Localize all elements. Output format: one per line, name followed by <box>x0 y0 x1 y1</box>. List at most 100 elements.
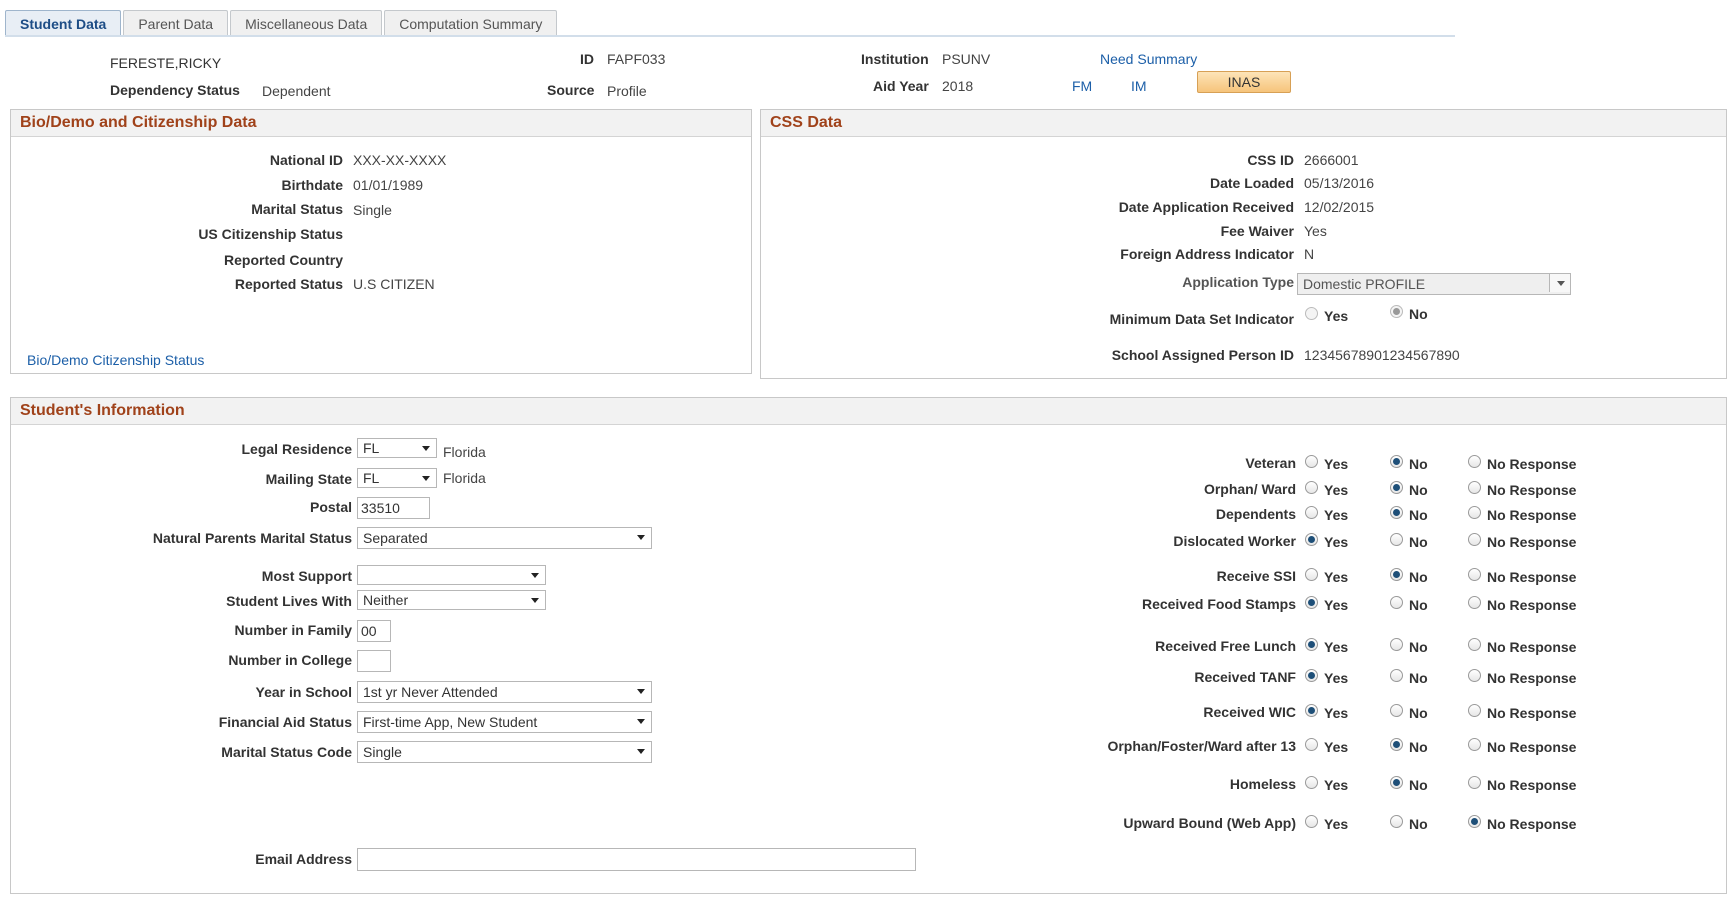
orphan-ward-no-radio[interactable] <box>1390 481 1403 494</box>
dependents-no-radio[interactable] <box>1390 506 1403 519</box>
tab-divider <box>5 35 1455 37</box>
receive-ssi-yes-label: Yes <box>1324 569 1349 585</box>
received-free-lunch-no-response-radio[interactable] <box>1468 638 1481 651</box>
email-address-input[interactable] <box>357 848 916 871</box>
received-food-stamps-label: Received Food Stamps <box>1141 596 1296 612</box>
chevron-down-icon <box>637 749 645 754</box>
parents-marital-status-select[interactable]: Separated <box>357 527 652 549</box>
upward-bound-web-app-yes-radio[interactable] <box>1305 815 1318 828</box>
received-wic-no-response-radio[interactable] <box>1468 704 1481 717</box>
homeless-yes-radio[interactable] <box>1305 776 1318 789</box>
legal-residence-desc: Florida <box>443 444 486 460</box>
received-food-stamps-no-radio[interactable] <box>1390 596 1403 609</box>
postal-input[interactable]: 33510 <box>357 497 430 519</box>
received-tanf-no-radio[interactable] <box>1390 669 1403 682</box>
dependents-yes-radio[interactable] <box>1305 506 1318 519</box>
financial-aid-status-select[interactable]: First-time App, New Student <box>357 711 652 733</box>
received-tanf-yes-radio[interactable] <box>1305 669 1318 682</box>
parents-marital-status-label: Natural Parents Marital Status <box>152 530 352 546</box>
student-info-title: Student's Information <box>11 398 1726 425</box>
application-type-select[interactable]: Domestic PROFILE <box>1297 273 1571 295</box>
fee-waiver-label: Fee Waiver <box>1220 223 1294 239</box>
marital-status-value: Single <box>353 202 392 218</box>
receive-ssi-yes-radio[interactable] <box>1305 568 1318 581</box>
received-free-lunch-no-label: No <box>1409 639 1428 655</box>
orphan-foster-ward-after-13-no-response-label: No Response <box>1487 739 1577 755</box>
chevron-down-icon <box>637 689 645 694</box>
orphan-ward-yes-radio[interactable] <box>1305 481 1318 494</box>
birthdate-label: Birthdate <box>281 177 343 193</box>
orphan-foster-ward-after-13-no-radio[interactable] <box>1390 738 1403 751</box>
dislocated-worker-no-radio[interactable] <box>1390 533 1403 546</box>
student-lives-with-select[interactable]: Neither <box>357 590 546 610</box>
foreign-address-label: Foreign Address Indicator <box>1120 246 1294 262</box>
received-food-stamps-yes-radio[interactable] <box>1305 596 1318 609</box>
received-tanf-no-response-radio[interactable] <box>1468 669 1481 682</box>
bio-demo-citizenship-link[interactable]: Bio/Demo Citizenship Status <box>27 352 204 368</box>
receive-ssi-label: Receive SSI <box>1216 568 1296 584</box>
received-wic-no-label: No <box>1409 705 1428 721</box>
year-in-school-select[interactable]: 1st yr Never Attended <box>357 681 652 703</box>
number-in-family-input[interactable]: 00 <box>357 620 391 642</box>
date-app-received-value: 12/02/2015 <box>1304 199 1375 215</box>
received-free-lunch-yes-radio[interactable] <box>1305 638 1318 651</box>
dislocated-worker-yes-radio[interactable] <box>1305 533 1318 546</box>
most-support-select[interactable] <box>357 565 546 585</box>
source-value: Profile <box>607 83 647 99</box>
homeless-no-response-radio[interactable] <box>1468 776 1481 789</box>
id-label: ID <box>580 51 594 67</box>
min-data-yes-radio[interactable] <box>1305 307 1318 320</box>
receive-ssi-no-radio[interactable] <box>1390 568 1403 581</box>
birthdate-value: 01/01/1989 <box>353 177 424 193</box>
dependency-status-value: Dependent <box>262 83 331 99</box>
receive-ssi-no-response-radio[interactable] <box>1468 568 1481 581</box>
received-food-stamps-no-response-radio[interactable] <box>1468 596 1481 609</box>
orphan-ward-no-response-radio[interactable] <box>1468 481 1481 494</box>
need-summary-link[interactable]: Need Summary <box>1100 51 1197 67</box>
mailing-state-label: Mailing State <box>265 471 352 487</box>
number-in-college-input[interactable] <box>357 650 391 672</box>
veteran-no-radio[interactable] <box>1390 455 1403 468</box>
dislocated-worker-no-response-label: No Response <box>1487 534 1577 550</box>
application-type-label: Application Type <box>1182 274 1294 290</box>
bio-demo-group: Bio/Demo and Citizenship Data <box>10 109 752 374</box>
aid-year-value: 2018 <box>942 78 974 94</box>
upward-bound-web-app-no-radio[interactable] <box>1390 815 1403 828</box>
tab-parent-data[interactable]: Parent Data <box>123 10 229 36</box>
application-type-dropdown-button[interactable] <box>1549 274 1570 292</box>
upward-bound-web-app-no-response-radio[interactable] <box>1468 815 1481 828</box>
tab-computation-summary[interactable]: Computation Summary <box>384 10 558 36</box>
min-data-no-radio[interactable] <box>1390 305 1403 318</box>
chevron-down-icon <box>422 476 430 481</box>
orphan-foster-ward-after-13-no-response-radio[interactable] <box>1468 738 1481 751</box>
im-link[interactable]: IM <box>1131 78 1147 94</box>
institution-value: PSUNV <box>942 51 991 67</box>
dependents-label: Dependents <box>1215 506 1296 522</box>
received-free-lunch-no-radio[interactable] <box>1390 638 1403 651</box>
dependents-no-response-radio[interactable] <box>1468 506 1481 519</box>
us-citizenship-label: US Citizenship Status <box>198 226 343 242</box>
homeless-no-label: No <box>1409 777 1428 793</box>
veteran-yes-radio[interactable] <box>1305 455 1318 468</box>
legal-residence-select[interactable]: FL <box>357 438 437 458</box>
orphan-foster-ward-after-13-yes-radio[interactable] <box>1305 738 1318 751</box>
year-in-school-label: Year in School <box>255 684 352 700</box>
dislocated-worker-yes-label: Yes <box>1324 534 1349 550</box>
received-wic-no-radio[interactable] <box>1390 704 1403 717</box>
inas-button[interactable]: INAS <box>1197 71 1291 93</box>
fm-link[interactable]: FM <box>1072 78 1092 94</box>
received-wic-yes-radio[interactable] <box>1305 704 1318 717</box>
mailing-state-desc: Florida <box>443 470 486 486</box>
tab-miscellaneous-data[interactable]: Miscellaneous Data <box>230 10 383 36</box>
received-free-lunch-no-response-label: No Response <box>1487 639 1577 655</box>
veteran-no-response-radio[interactable] <box>1468 455 1481 468</box>
min-data-yes-label: Yes <box>1324 308 1349 324</box>
mailing-state-select[interactable]: FL <box>357 468 437 488</box>
received-tanf-yes-label: Yes <box>1324 670 1349 686</box>
dislocated-worker-no-response-radio[interactable] <box>1468 533 1481 546</box>
homeless-no-radio[interactable] <box>1390 776 1403 789</box>
tab-student-data[interactable]: Student Data <box>5 10 122 36</box>
postal-label: Postal <box>309 499 352 515</box>
most-support-label: Most Support <box>261 568 352 584</box>
marital-status-code-select[interactable]: Single <box>357 741 652 763</box>
